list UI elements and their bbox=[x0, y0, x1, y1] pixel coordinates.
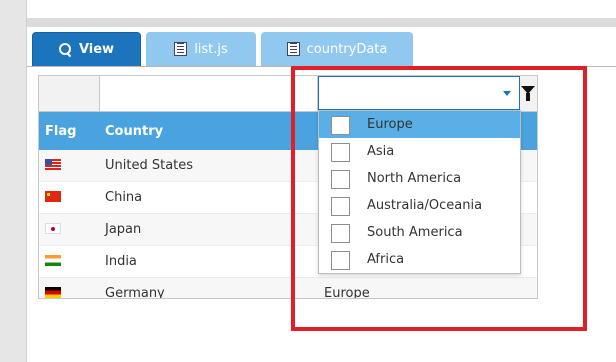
tab-country-data[interactable]: countryData bbox=[261, 32, 413, 66]
chevron-down-icon[interactable] bbox=[503, 91, 511, 96]
top-divider bbox=[27, 18, 616, 27]
tab-list-js-label: list.js bbox=[194, 41, 228, 57]
tab-view[interactable]: View bbox=[32, 32, 141, 66]
option-checkbox[interactable] bbox=[331, 197, 350, 216]
dropdown-option-australia-oceania[interactable]: Australia/Oceania bbox=[319, 192, 520, 219]
continent-filter-combobox[interactable] bbox=[318, 76, 520, 110]
option-checkbox[interactable] bbox=[331, 143, 350, 162]
table-row[interactable]: Germany Europe bbox=[39, 278, 537, 299]
filter-icon[interactable] bbox=[521, 86, 535, 102]
country-cell: United States bbox=[105, 158, 194, 173]
india-flag-icon bbox=[45, 255, 61, 266]
country-cell: China bbox=[105, 190, 143, 205]
continent-cell: Europe bbox=[324, 286, 370, 299]
tab-view-label: View bbox=[78, 42, 115, 57]
flag-filter-cell bbox=[39, 76, 100, 111]
china-flag-icon bbox=[45, 191, 61, 202]
option-checkbox[interactable] bbox=[331, 116, 350, 135]
country-filter-input[interactable] bbox=[100, 76, 318, 111]
us-flag-icon bbox=[45, 159, 61, 170]
tab-country-data-label: countryData bbox=[306, 41, 388, 57]
option-label: North America bbox=[367, 171, 462, 186]
option-checkbox[interactable] bbox=[331, 170, 350, 189]
option-checkbox[interactable] bbox=[331, 251, 350, 270]
country-cell: India bbox=[105, 254, 137, 269]
option-label: Africa bbox=[367, 252, 405, 267]
option-label: Asia bbox=[367, 144, 395, 159]
country-cell: Japan bbox=[105, 222, 142, 237]
japan-flag-icon bbox=[45, 223, 61, 234]
search-icon bbox=[58, 43, 72, 56]
option-checkbox[interactable] bbox=[331, 224, 350, 243]
dropdown-option-south-america[interactable]: South America bbox=[319, 219, 520, 246]
left-gutter bbox=[0, 0, 27, 362]
option-label: South America bbox=[367, 225, 463, 240]
column-header-country[interactable]: Country bbox=[105, 124, 163, 139]
dropdown-option-asia[interactable]: Asia bbox=[319, 138, 520, 165]
column-header-flag[interactable]: Flag bbox=[45, 124, 76, 139]
continent-dropdown-list: Europe Asia North America Australia/Ocea… bbox=[318, 110, 521, 274]
country-cell: Germany bbox=[105, 286, 165, 299]
germany-flag-icon bbox=[45, 287, 61, 298]
dropdown-option-europe[interactable]: Europe bbox=[319, 111, 520, 138]
dropdown-option-africa[interactable]: Africa bbox=[319, 246, 520, 273]
dropdown-option-north-america[interactable]: North America bbox=[319, 165, 520, 192]
file-icon bbox=[174, 42, 188, 56]
tab-list-js[interactable]: list.js bbox=[146, 32, 256, 66]
option-label: Australia/Oceania bbox=[367, 198, 483, 213]
option-label: Europe bbox=[367, 117, 413, 132]
file-icon bbox=[286, 42, 300, 56]
top-band bbox=[27, 0, 616, 20]
